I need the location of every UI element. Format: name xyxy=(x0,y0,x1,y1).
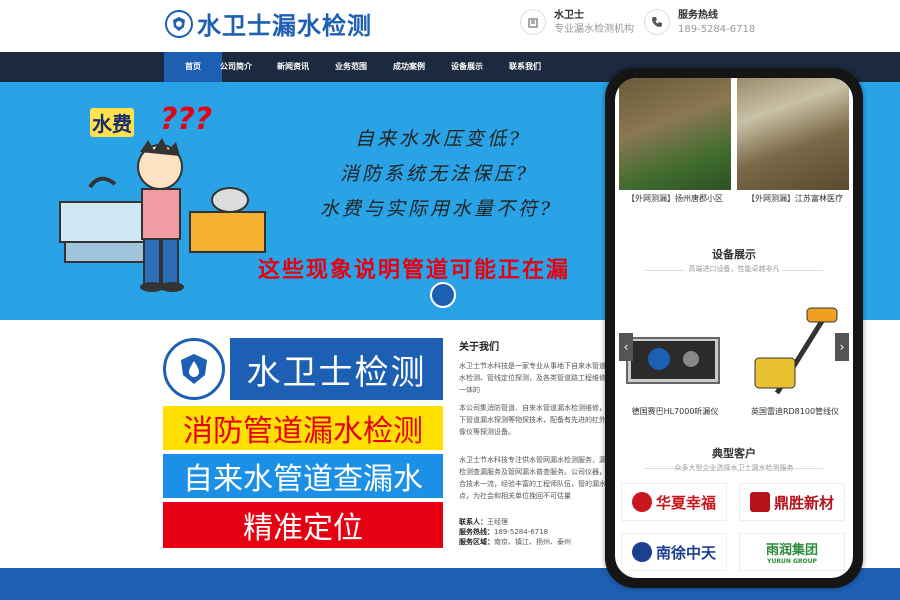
carousel-prev-button[interactable]: ‹ xyxy=(619,333,633,361)
promo-fire-pipe: 消防管道漏水检测 xyxy=(163,406,443,450)
client-name-4: 雨润集团 xyxy=(765,543,818,558)
promo-brand-title: 水卫士检测 xyxy=(230,338,443,400)
case-caption-2[interactable]: 【外网测漏】江苏富林医疗 xyxy=(735,193,853,204)
building-icon xyxy=(520,9,546,35)
case-caption-1[interactable]: 【外网测漏】扬州唐郡小区 xyxy=(615,193,735,204)
client-logo-yurun[interactable]: 雨润集团 YURUN GROUP xyxy=(739,533,845,571)
client-name-1: 华夏幸福 xyxy=(655,493,716,512)
contact-block: 联系人：王经理 服务热线：189-5284-6718 服务区域：南京、镇江、扬州… xyxy=(459,517,571,547)
about-title: 关于我们 xyxy=(459,342,499,353)
site-header: 水卫士漏水检测 水卫士 专业漏水检测机构 服务热线 189-5284-6718 xyxy=(0,0,900,52)
flower-icon xyxy=(631,492,652,512)
mobile-screen[interactable]: 【外网测漏】扬州唐郡小区 【外网测漏】江苏富林医疗 设备展示 高端进口设备，性能… xyxy=(615,78,853,578)
contact-person: 王经理 xyxy=(487,518,508,526)
client-logo-nanxu[interactable]: 南徐中天 xyxy=(621,533,727,571)
client-logo-huaxia[interactable]: 华夏幸福 xyxy=(621,483,727,521)
contact-person-label: 联系人： xyxy=(459,518,487,526)
contact-area: 南京、镇江、扬州、泰州 xyxy=(494,538,571,546)
question-marks: ??? xyxy=(160,102,213,137)
nav-item-business[interactable]: 业务范围 xyxy=(322,52,380,82)
company-tagline: 专业漏水检测机构 xyxy=(554,24,634,35)
contact-phone[interactable]: 189-5284-6718 xyxy=(494,528,548,536)
logo-emblem-icon xyxy=(165,9,193,38)
equipment-title: 设备展示 xyxy=(712,248,756,261)
case-image-1[interactable] xyxy=(619,78,731,190)
about-paragraph-3: 水卫士节水科技专注供水管网漏水检测服务，漏水检测查漏服务及管网漏水普查服务。公司… xyxy=(459,456,613,500)
logo-text: 水卫士漏水检测 xyxy=(197,12,372,40)
banner-line-1: 自来水水压变低? xyxy=(355,128,523,150)
banner-emblem-icon xyxy=(430,282,456,308)
clients-title: 典型客户 xyxy=(712,447,756,460)
product-image-2[interactable] xyxy=(737,303,849,403)
header-info-company: 水卫士 专业漏水检测机构 xyxy=(520,9,634,37)
equipment-subtitle: 高端进口设备，性能卓越非凡 xyxy=(688,265,780,273)
promo-precise: 精准定位 xyxy=(163,502,443,548)
product-caption-1[interactable]: 德国赛巴HL7000听漏仪 xyxy=(615,406,735,417)
header-info-hotline: 服务热线 189-5284-6718 xyxy=(644,9,755,37)
client-name-4-en: YURUN GROUP xyxy=(767,558,817,565)
client-name-3: 南徐中天 xyxy=(655,543,716,562)
client-name-2: 鼎胜新材 xyxy=(773,493,834,512)
phone-icon xyxy=(644,9,670,35)
product-image-1[interactable] xyxy=(619,303,731,403)
globe-icon xyxy=(631,542,652,562)
contact-area-label: 服务区域： xyxy=(459,538,494,546)
product-caption-2[interactable]: 英国雷迪RD8100管线仪 xyxy=(735,406,853,417)
banner-line-3: 水费与实际用水量不符? xyxy=(320,198,554,220)
shield-drop-icon xyxy=(163,338,225,400)
mobile-preview: 【外网测漏】扬州唐郡小区 【外网测漏】江苏富林医疗 设备展示 高端进口设备，性能… xyxy=(605,68,863,588)
banner-warning: 这些现象说明管道可能正在漏 xyxy=(258,258,571,283)
nav-item-news[interactable]: 新闻资讯 xyxy=(264,52,322,82)
about-section: 关于我们 水卫士节水科技是一家专业从事地下自来水管道漏水检测、管线定位探测，及各… xyxy=(459,342,619,508)
carousel-next-button[interactable]: › xyxy=(835,333,849,361)
promo-tap-pipe: 自来水管道查漏水 xyxy=(163,454,443,498)
site-logo[interactable]: 水卫士漏水检测 xyxy=(165,6,372,41)
hotline-label: 服务热线 xyxy=(678,10,718,21)
clients-subtitle: 众多大型企业选择水卫士漏水检测服务 xyxy=(674,464,794,472)
cartoon-illustration xyxy=(40,92,270,302)
contact-phone-label: 服务热线： xyxy=(459,528,494,536)
water-fee-tag: 水费 xyxy=(90,108,134,137)
company-name: 水卫士 xyxy=(554,10,584,21)
banner-line-2: 消防系统无法保压? xyxy=(340,163,530,185)
about-paragraph-1: 水卫士节水科技是一家专业从事地下自来水管道漏水检测、管线定位探测，及各类管道路工… xyxy=(459,362,613,394)
about-paragraph-2: 本公司集消防管道、自来水管道漏水检测维修，地下管道漏水探测等物探技术，配备有先进… xyxy=(459,404,613,436)
nav-item-about[interactable]: 公司简介 xyxy=(207,52,265,82)
client-logo-dingsheng[interactable]: 鼎胜新材 xyxy=(739,483,845,521)
nav-item-equipment[interactable]: 设备展示 xyxy=(438,52,496,82)
tripod-icon xyxy=(749,492,770,512)
nav-item-cases[interactable]: 成功案例 xyxy=(380,52,438,82)
promo-row-brand: 水卫士检测 xyxy=(163,338,443,400)
nav-item-contact[interactable]: 联系我们 xyxy=(496,52,554,82)
hotline-number[interactable]: 189-5284-6718 xyxy=(678,23,755,37)
case-image-2[interactable] xyxy=(737,78,849,190)
